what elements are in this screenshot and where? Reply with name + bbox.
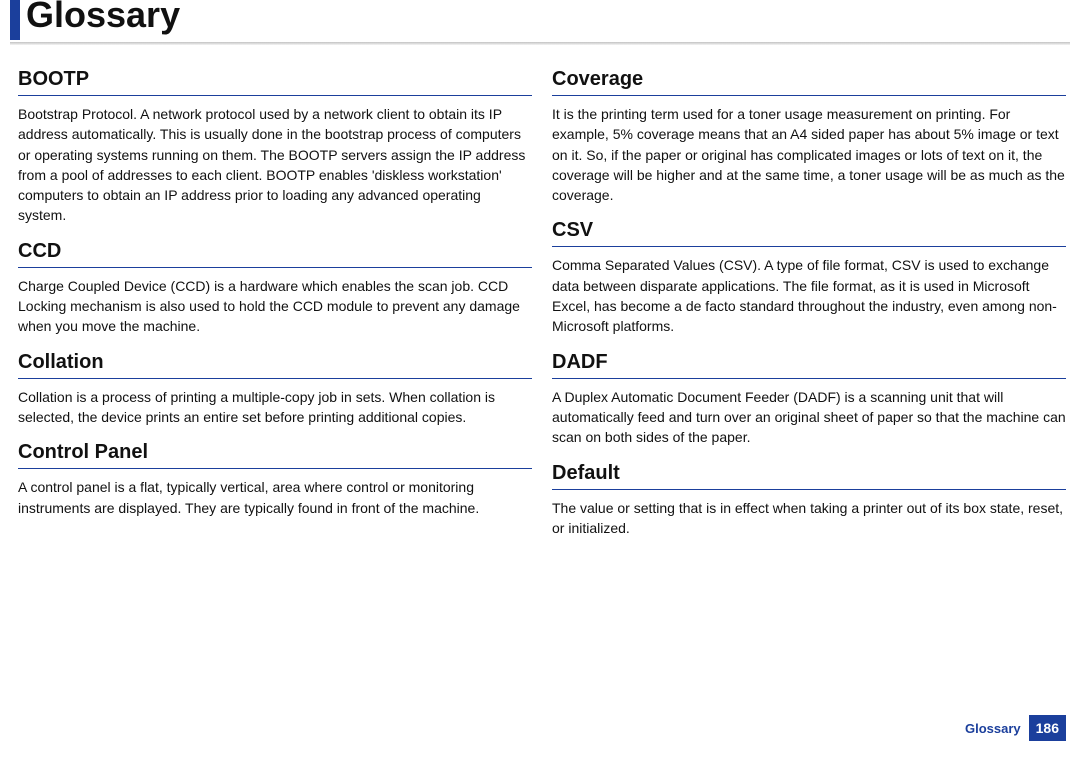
header-underline (10, 42, 1070, 45)
term-rule (552, 378, 1066, 379)
glossary-term: BOOTP (18, 68, 532, 91)
column-left: BOOTP Bootstrap Protocol. A network prot… (18, 68, 546, 552)
glossary-definition: A Duplex Automatic Document Feeder (DADF… (552, 387, 1066, 448)
glossary-term: CSV (552, 219, 1066, 242)
glossary-entry: Control Panel A control panel is a flat,… (18, 441, 532, 518)
page-footer: Glossary 186 (965, 715, 1066, 741)
glossary-entry: CCD Charge Coupled Device (CCD) is a har… (18, 240, 532, 337)
footer-section-label: Glossary (965, 721, 1021, 736)
glossary-definition: Charge Coupled Device (CCD) is a hardwar… (18, 276, 532, 337)
glossary-entry: Default The value or setting that is in … (552, 462, 1066, 539)
glossary-term: Coverage (552, 68, 1066, 91)
term-rule (552, 489, 1066, 490)
glossary-entry: CSV Comma Separated Values (CSV). A type… (552, 219, 1066, 336)
glossary-term: Collation (18, 351, 532, 374)
term-rule (552, 246, 1066, 247)
glossary-definition: The value or setting that is in effect w… (552, 498, 1066, 539)
glossary-entry: DADF A Duplex Automatic Document Feeder … (552, 351, 1066, 448)
term-rule (552, 95, 1066, 96)
glossary-term: Default (552, 462, 1066, 485)
term-rule (18, 95, 532, 96)
term-rule (18, 468, 532, 469)
page-title: Glossary (26, 0, 180, 36)
glossary-definition: Bootstrap Protocol. A network protocol u… (18, 104, 532, 226)
term-rule (18, 378, 532, 379)
glossary-entry: Collation Collation is a process of prin… (18, 351, 532, 428)
glossary-entry: Coverage It is the printing term used fo… (552, 68, 1066, 205)
glossary-term: CCD (18, 240, 532, 263)
glossary-term: Control Panel (18, 441, 532, 464)
glossary-term: DADF (552, 351, 1066, 374)
header-accent-bar (10, 0, 20, 40)
glossary-definition: Comma Separated Values (CSV). A type of … (552, 255, 1066, 336)
glossary-entry: BOOTP Bootstrap Protocol. A network prot… (18, 68, 532, 226)
term-rule (18, 267, 532, 268)
page-header: Glossary (0, 0, 1080, 50)
glossary-definition: Collation is a process of printing a mul… (18, 387, 532, 428)
glossary-definition: A control panel is a flat, typically ver… (18, 477, 532, 518)
page-number: 186 (1029, 715, 1066, 741)
content-columns: BOOTP Bootstrap Protocol. A network prot… (0, 50, 1080, 552)
column-right: Coverage It is the printing term used fo… (546, 68, 1066, 552)
glossary-definition: It is the printing term used for a toner… (552, 104, 1066, 205)
